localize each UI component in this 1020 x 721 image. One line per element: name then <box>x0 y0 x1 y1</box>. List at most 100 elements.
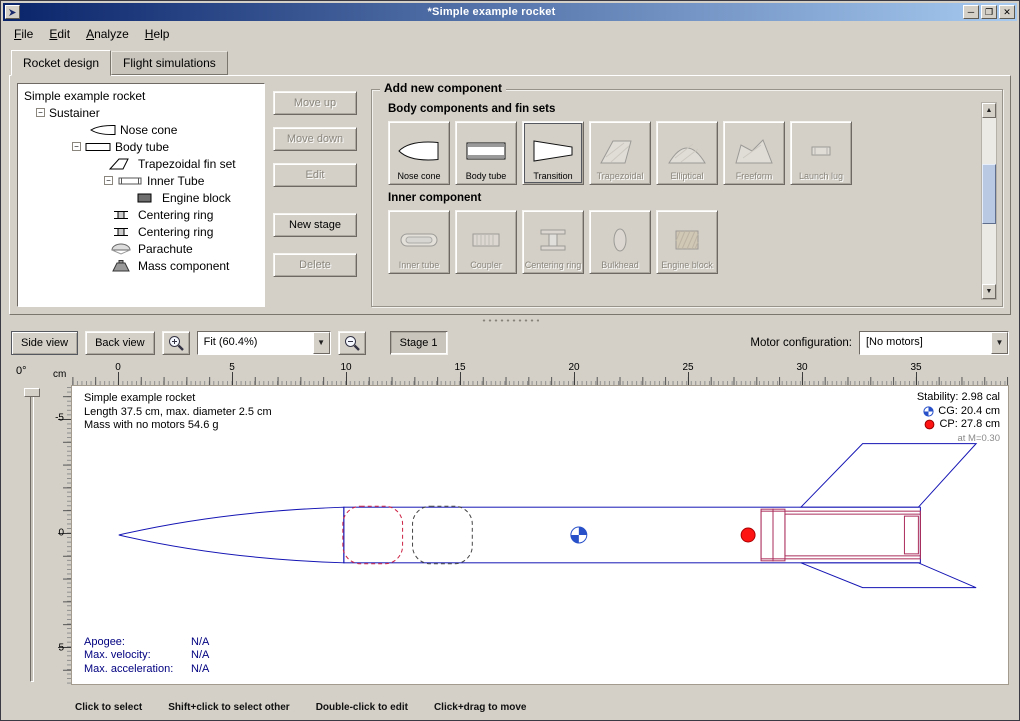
move-up-button[interactable]: Move up <box>273 91 357 115</box>
add-freeform-fin-button[interactable]: Freeform <box>723 121 785 185</box>
tree-item-inner-tube[interactable]: − Inner Tube <box>20 172 262 189</box>
add-bulkhead-button[interactable]: Bulkhead <box>589 210 651 274</box>
rotation-value: 0° <box>16 365 27 377</box>
tree-item-centering-ring-2[interactable]: Centering ring <box>20 223 262 240</box>
splitter-grip-icon[interactable] <box>481 318 539 324</box>
collapse-icon[interactable]: − <box>104 176 113 185</box>
ruler-label: -5 <box>55 413 64 424</box>
stability-legend: Stability: 2.98 cal CG: 20.4 cm CP: 27.8… <box>917 391 1000 445</box>
cp-value: CP: 27.8 cm <box>939 418 1000 432</box>
minimize-button[interactable]: ─ <box>963 5 979 19</box>
inner-tube-icon <box>397 225 441 258</box>
launch-lug-icon <box>799 136 843 169</box>
collapse-icon[interactable]: − <box>72 142 81 151</box>
max-acceleration-value: N/A <box>191 663 209 677</box>
scroll-down-icon[interactable]: ▼ <box>982 284 996 299</box>
trapezoidal-fin-icon <box>108 158 134 170</box>
hint-click: Click to select <box>75 702 142 713</box>
zoom-out-button[interactable] <box>338 331 366 355</box>
group-title: Add new component <box>380 81 506 95</box>
rocket-dimensions: Length 37.5 cm, max. diameter 2.5 cm <box>84 406 272 420</box>
scroll-up-icon[interactable]: ▲ <box>982 103 996 118</box>
back-view-button[interactable]: Back view <box>85 331 155 355</box>
rocket-name: Simple example rocket <box>84 392 272 406</box>
main-tabs: Rocket design Flight simulations <box>3 47 1017 75</box>
cg-icon <box>923 406 934 417</box>
zoom-select[interactable]: Fit (60.4%) ▼ <box>197 331 331 355</box>
tab-rocket-design[interactable]: Rocket design <box>11 50 111 76</box>
body-components-label: Body components and fin sets <box>388 103 988 115</box>
side-view-button[interactable]: Side view <box>11 331 78 355</box>
horizontal-ruler: 0 5 10 15 20 25 30 35 <box>71 361 1009 385</box>
cg-value: CG: 20.4 cm <box>938 405 1000 419</box>
ruler-unit: cm <box>51 361 71 385</box>
nose-cone-icon <box>90 124 116 136</box>
centering-ring-icon <box>108 209 134 221</box>
menu-analyze[interactable]: Analyze <box>79 23 136 45</box>
ruler-label: 5 <box>58 643 64 654</box>
scrollbar-track[interactable] <box>982 118 996 284</box>
rocket-mass: Mass with no motors 54.6 g <box>84 419 272 433</box>
component-tree[interactable]: Simple example rocket −Sustainer Nose co… <box>17 83 265 307</box>
tree-item-sustainer[interactable]: −Sustainer <box>20 104 262 121</box>
tab-flight-simulations[interactable]: Flight simulations <box>111 51 228 75</box>
window-title: *Simple example rocket <box>22 6 961 18</box>
menu-edit[interactable]: Edit <box>42 23 77 45</box>
panel-splitter[interactable] <box>3 315 1017 327</box>
app-logo-icon <box>8 8 17 17</box>
apogee-value: N/A <box>191 636 209 650</box>
add-coupler-button[interactable]: Coupler <box>455 210 517 274</box>
motor-config-select[interactable]: [No motors] ▼ <box>859 331 1009 355</box>
system-menu-icon[interactable] <box>5 5 20 19</box>
inner-component-buttons: Inner tube Coupler Centering ring Bulkhe… <box>388 210 988 274</box>
transition-icon <box>531 136 575 169</box>
add-elliptical-fin-button[interactable]: Elliptical <box>656 121 718 185</box>
tree-item-engine-block[interactable]: Engine block <box>20 189 262 206</box>
add-body-tube-button[interactable]: Body tube <box>455 121 517 185</box>
engine-block-icon <box>132 192 158 204</box>
max-acceleration-label: Max. acceleration: <box>84 663 191 677</box>
add-engine-block-button[interactable]: Engine block <box>656 210 718 274</box>
menu-file[interactable]: File <box>7 23 40 45</box>
ruler-label: 25 <box>682 362 693 373</box>
collapse-icon[interactable]: − <box>36 108 45 117</box>
rocket-drawing[interactable]: Simple example rocket Length 37.5 cm, ma… <box>71 385 1009 685</box>
nose-cone-icon <box>397 136 441 169</box>
hint-shift-click: Shift+click to select other <box>168 702 289 713</box>
tree-item-fin-set[interactable]: Trapezoidal fin set <box>20 155 262 172</box>
rotation-slider[interactable] <box>30 391 34 682</box>
zoom-in-icon <box>167 334 185 352</box>
zoom-in-button[interactable] <box>162 331 190 355</box>
ruler-label: 15 <box>454 362 465 373</box>
scrollbar-thumb[interactable] <box>982 164 996 224</box>
new-stage-button[interactable]: New stage <box>273 213 357 237</box>
chevron-down-icon[interactable]: ▼ <box>991 332 1008 354</box>
parachute-icon <box>108 243 134 255</box>
tree-item-body-tube[interactable]: − Body tube <box>20 138 262 155</box>
body-component-buttons: Nose cone Body tube Transition Trapezoid… <box>388 121 988 185</box>
add-nose-cone-button[interactable]: Nose cone <box>388 121 450 185</box>
menu-help[interactable]: Help <box>138 23 177 45</box>
add-trapezoidal-fin-button[interactable]: Trapezoidal <box>589 121 651 185</box>
chevron-down-icon[interactable]: ▼ <box>313 332 330 354</box>
tree-item-rocket[interactable]: Simple example rocket <box>20 87 262 104</box>
maximize-button[interactable]: ❐ <box>981 5 997 19</box>
rotation-slider-thumb[interactable] <box>24 388 40 397</box>
tree-item-centering-ring-1[interactable]: Centering ring <box>20 206 262 223</box>
delete-button[interactable]: Delete <box>273 253 357 277</box>
tree-item-nose-cone[interactable]: Nose cone <box>20 121 262 138</box>
elliptical-fin-icon <box>665 136 709 169</box>
add-transition-button[interactable]: Transition <box>522 121 584 185</box>
edit-button[interactable]: Edit <box>273 163 357 187</box>
tree-item-mass-component[interactable]: Mass component <box>20 257 262 274</box>
move-down-button[interactable]: Move down <box>273 127 357 151</box>
add-inner-tube-button[interactable]: Inner tube <box>388 210 450 274</box>
add-launch-lug-button[interactable]: Launch lug <box>790 121 852 185</box>
component-scrollbar[interactable]: ▲ ▼ <box>981 102 997 300</box>
coupler-icon <box>464 225 508 258</box>
stage-1-toggle[interactable]: Stage 1 <box>390 331 448 355</box>
vertical-ruler: -5 0 5 <box>51 385 71 685</box>
tree-item-parachute[interactable]: Parachute <box>20 240 262 257</box>
add-centering-ring-button[interactable]: Centering ring <box>522 210 584 274</box>
close-button[interactable]: ✕ <box>999 5 1015 19</box>
